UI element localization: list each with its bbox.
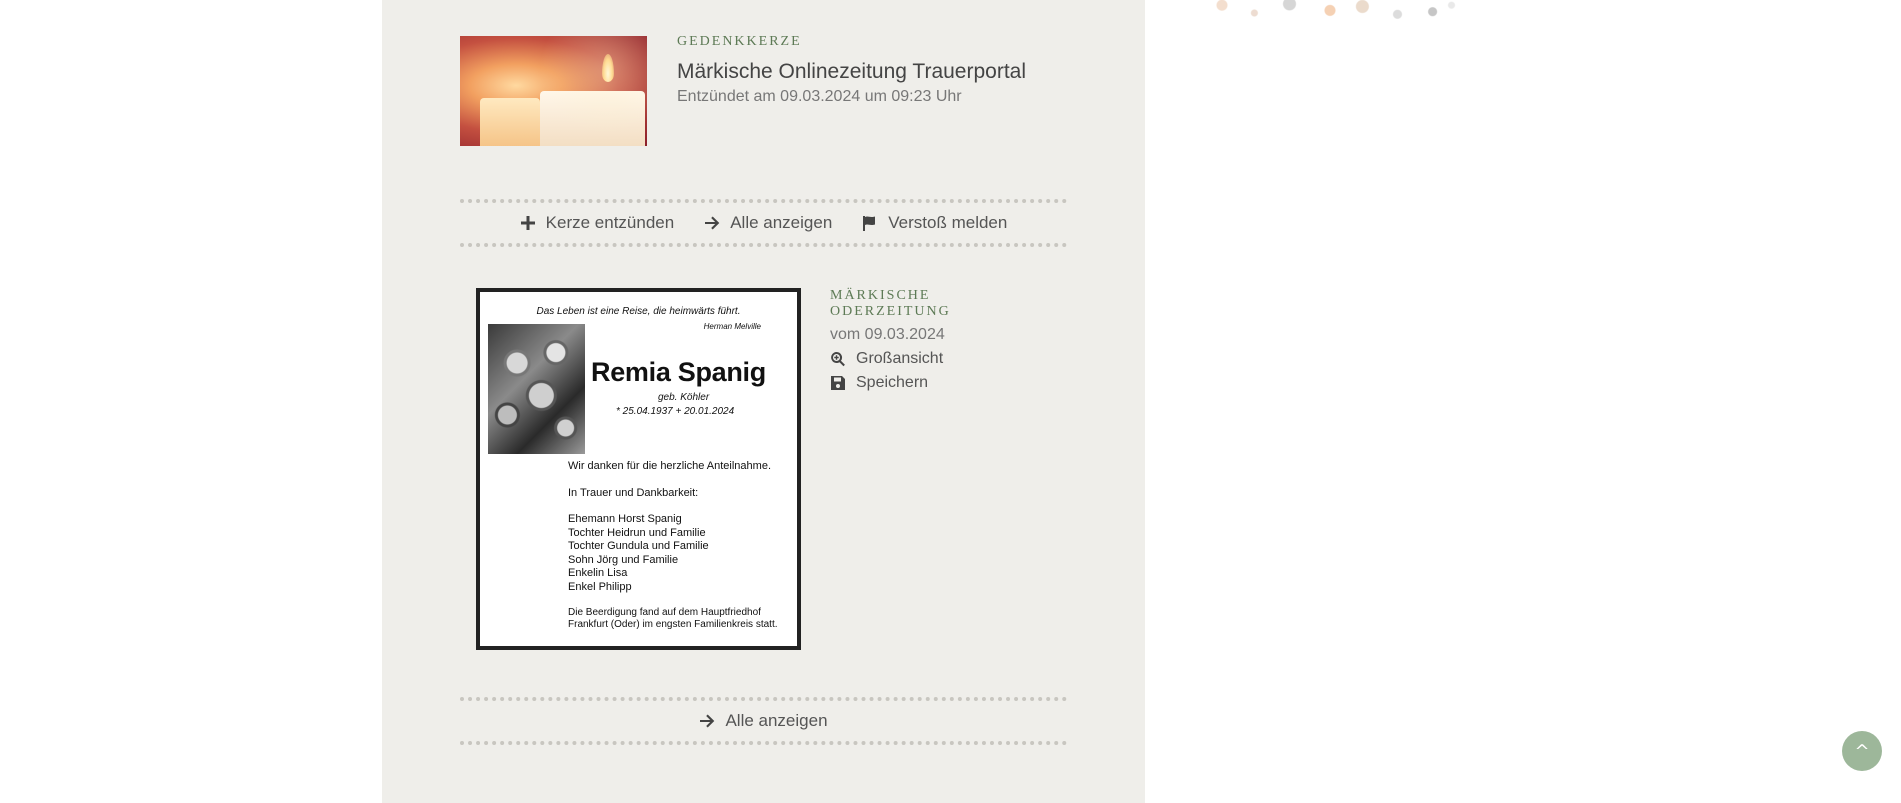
- light-candle-button[interactable]: Kerze entzünden: [520, 213, 675, 233]
- notice-meta: MÄRKISCHE ODERZEITUNG vom 09.03.2024 Gro…: [830, 288, 951, 392]
- candle-eyebrow: GEDENKKERZE: [677, 34, 802, 49]
- flag-icon: [863, 216, 876, 231]
- obituary-notice-image[interactable]: Das Leben ist eine Reise, die heimwärts …: [476, 288, 801, 650]
- notice-quote: Das Leben ist eine Reise, die heimwärts …: [536, 306, 741, 317]
- report-button[interactable]: Verstoß melden: [862, 213, 1007, 233]
- floppy-disk-icon: [831, 376, 845, 390]
- candle-action-bar: Kerze entzünden Alle anzeigen Verstoß me…: [460, 199, 1067, 247]
- born-name: geb. Köhler: [658, 392, 710, 403]
- candle-subtitle: Entzündet am 09.03.2024 um 09:23 Uhr: [677, 88, 962, 105]
- show-all-notices-button[interactable]: Alle anzeigen: [699, 711, 828, 731]
- arrow-right-icon: [700, 714, 715, 728]
- notice-line: Tochter Heidrun und Familie: [568, 526, 706, 539]
- candle-title: Märkische Onlinezeitung Trauerportal: [677, 60, 1027, 83]
- page: GEDENKKERZE Märkische Onlinezeitung Trau…: [0, 0, 1901, 803]
- deceased-name: Remia Spanig: [591, 357, 766, 387]
- zoom-in-icon: [831, 352, 845, 367]
- life-dates: * 25.04.1937 + 20.01.2024: [616, 406, 735, 417]
- candle-meta: GEDENKKERZE Märkische Onlinezeitung Trau…: [677, 34, 1026, 106]
- notice-line: Tochter Gundula und Familie: [568, 540, 709, 552]
- notice-line: Ehemann Horst Spanig: [568, 513, 682, 525]
- notice-date: vom 09.03.2024: [830, 326, 945, 343]
- floral-decoration: [1195, 0, 1465, 26]
- arrow-right-icon: [705, 216, 720, 230]
- save-button[interactable]: Speichern: [830, 374, 951, 392]
- publisher-line-1: MÄRKISCHE: [830, 288, 931, 303]
- show-all-candles-label: Alle anzeigen: [730, 213, 833, 232]
- report-label: Verstoß melden: [888, 213, 1008, 232]
- enlarge-label: Großansicht: [856, 350, 944, 367]
- notice-body: Wir danken für die herzliche Anteilnahme…: [568, 460, 771, 594]
- light-candle-label: Kerze entzünden: [545, 213, 675, 232]
- notice-line: Enkel Philipp: [568, 580, 632, 593]
- publisher-line-2: ODERZEITUNG: [830, 304, 951, 319]
- notice-action-bar: Alle anzeigen: [460, 697, 1067, 745]
- enlarge-button[interactable]: Großansicht: [830, 350, 951, 368]
- burial-info: Die Beerdigung fand auf dem Hauptfriedho…: [568, 607, 778, 631]
- show-all-notices-label: Alle anzeigen: [725, 711, 828, 730]
- plus-icon: [520, 216, 535, 230]
- notice-quote-author: Herman Melville: [703, 322, 761, 331]
- notice-line: Sohn Jörg und Familie: [568, 553, 679, 566]
- notice-line: In Trauer und Dankbarkeit:: [568, 486, 699, 499]
- scroll-to-top-button[interactable]: ^: [1842, 731, 1882, 771]
- burial-line: Frankfurt (Oder) im engsten Familienkrei…: [568, 619, 778, 630]
- roses-photo: [488, 324, 585, 454]
- save-label: Speichern: [856, 374, 929, 391]
- show-all-candles-button[interactable]: Alle anzeigen: [704, 213, 832, 233]
- notice-line: Wir danken für die herzliche Anteilnahme…: [568, 460, 771, 472]
- notice-line: Enkelin Lisa: [568, 567, 628, 579]
- main-column: GEDENKKERZE Märkische Onlinezeitung Trau…: [382, 0, 1145, 803]
- burial-line: Die Beerdigung fand auf dem Hauptfriedho…: [568, 607, 761, 618]
- candle-image: [460, 36, 647, 146]
